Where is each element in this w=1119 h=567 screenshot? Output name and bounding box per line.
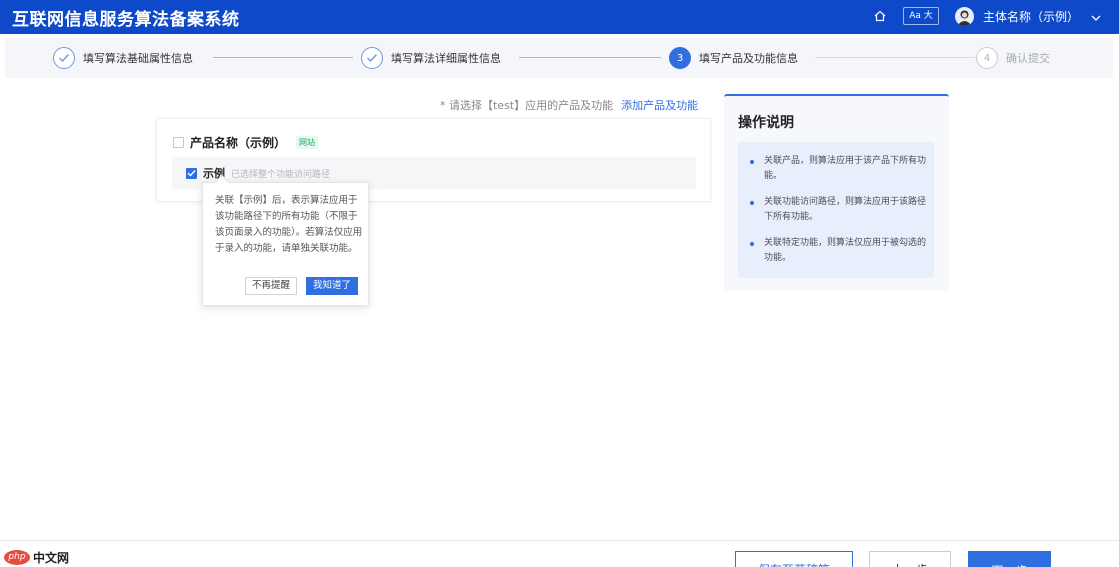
instruction-item: 关联功能访问路径，则算法应用于该路径下所有功能。: [750, 195, 930, 225]
bullet-icon: [750, 201, 754, 205]
checkmark-icon: [361, 47, 383, 69]
step-connector: [519, 57, 661, 58]
instruction-text: 关联功能访问路径，则算法应用于该路径下所有功能。: [764, 197, 927, 222]
step-1: 填写算法基础属性信息: [53, 47, 193, 69]
font-size-toggle[interactable]: Aa 大: [903, 7, 939, 25]
product-header: 产品名称（示例） 网站: [173, 134, 319, 151]
product-checkbox[interactable]: [173, 137, 184, 148]
user-name: 主体名称（示例）: [983, 9, 1080, 24]
app-title: 互联网信息服务算法备案系统: [12, 10, 240, 30]
bullet-icon: [750, 160, 754, 164]
checkmark-icon: [53, 47, 75, 69]
feature-note: 已选择整个功能访问路径: [231, 169, 331, 180]
instruction-item: 关联特定功能，则算法仅应用于被勾选的功能。: [750, 236, 930, 266]
product-name: 产品名称（示例）: [190, 136, 287, 150]
bullet-icon: [750, 242, 754, 246]
selection-hint: * 请选择【test】应用的产品及功能 添加产品及功能: [440, 97, 698, 113]
instruction-item: 关联产品，则算法应用于该产品下所有功能。: [750, 154, 930, 184]
next-step-button[interactable]: 下一步: [968, 551, 1051, 567]
hint-text: * 请选择【test】应用的产品及功能: [440, 99, 614, 112]
step-connector: [815, 57, 975, 58]
step-2: 填写算法详细属性信息: [361, 47, 501, 69]
logo-php: php: [4, 550, 30, 565]
top-header: 互联网信息服务算法备案系统 Aa 大 主体名称（示例）: [0, 0, 1119, 34]
step-connector: [213, 57, 353, 58]
step-number: 3: [669, 47, 691, 69]
instructions-panel: 操作说明 关联产品，则算法应用于该产品下所有功能。 关联功能访问路径，则算法应用…: [724, 94, 949, 290]
user-menu[interactable]: 主体名称（示例）: [955, 6, 1101, 26]
footer-bar: php 中文网 保存至草稿箱 上一步 下一步: [0, 540, 1119, 567]
got-it-button[interactable]: 我知道了: [306, 277, 358, 295]
chevron-down-icon[interactable]: [1091, 7, 1101, 26]
site-logo: php 中文网: [4, 549, 69, 566]
step-number: 4: [976, 47, 998, 69]
home-icon[interactable]: [873, 8, 887, 22]
association-tooltip: 关联【示例】后，表示算法应用于该功能路径下的所有功能（不限于该页面录入的功能）。…: [202, 174, 369, 306]
instruction-text: 关联产品，则算法应用于该产品下所有功能。: [764, 156, 927, 181]
tooltip-text: 关联【示例】后，表示算法应用于该功能路径下的所有功能（不限于该页面录入的功能）。…: [215, 195, 363, 254]
step-label: 确认提交: [1006, 52, 1050, 65]
feature-checkbox[interactable]: [186, 167, 197, 179]
instruction-text: 关联特定功能，则算法仅应用于被勾选的功能。: [764, 238, 927, 263]
avatar: [955, 6, 974, 26]
dont-remind-button[interactable]: 不再提醒: [245, 277, 297, 295]
logo-text: 中文网: [33, 551, 70, 565]
product-type-badge: 网站: [296, 136, 319, 149]
step-4: 4 确认提交: [976, 47, 1050, 69]
instructions-title: 操作说明: [738, 115, 794, 131]
previous-step-button[interactable]: 上一步: [869, 551, 951, 567]
step-progress-bar: 填写算法基础属性信息 填写算法详细属性信息 3 填写产品及功能信息 4 确认提交: [5, 38, 1113, 78]
instructions-list: 关联产品，则算法应用于该产品下所有功能。 关联功能访问路径，则算法应用于该路径下…: [738, 142, 934, 278]
add-product-link[interactable]: 添加产品及功能: [621, 99, 698, 112]
step-label: 填写算法详细属性信息: [391, 52, 501, 65]
save-draft-button[interactable]: 保存至草稿箱: [735, 551, 853, 567]
step-label: 填写产品及功能信息: [699, 52, 798, 65]
step-3: 3 填写产品及功能信息: [669, 47, 798, 69]
step-label: 填写算法基础属性信息: [83, 52, 193, 65]
